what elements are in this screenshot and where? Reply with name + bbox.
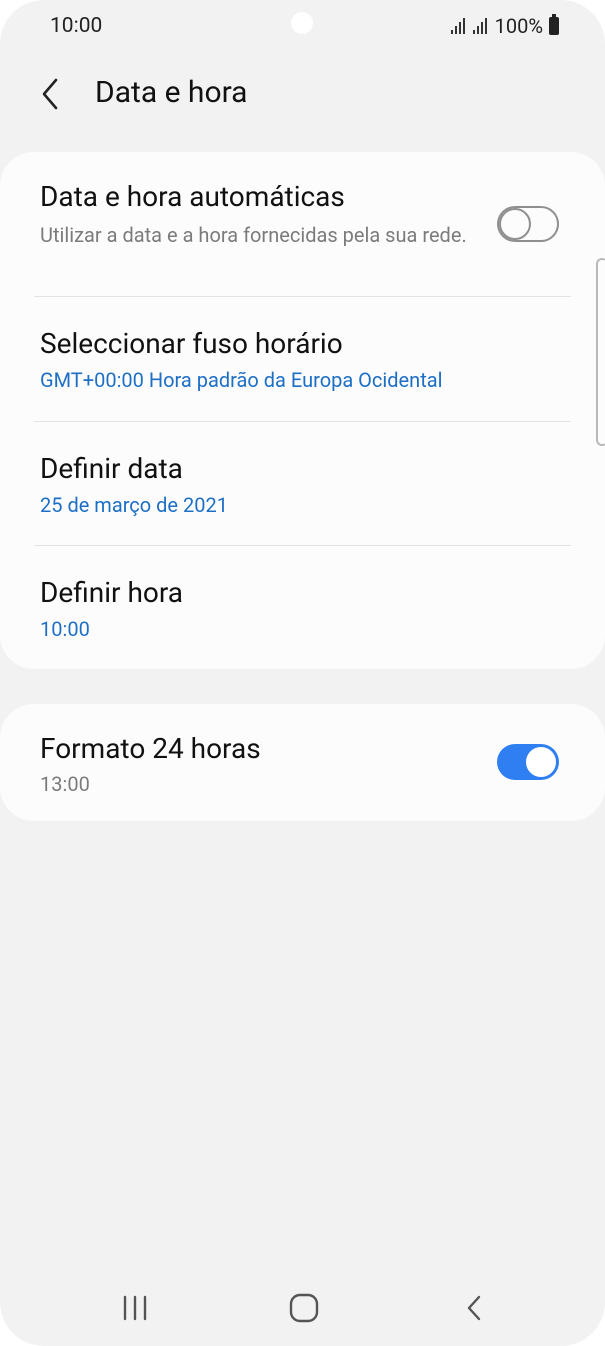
toggle-knob	[499, 208, 531, 240]
signal-icon	[450, 18, 465, 34]
auto-datetime-subtitle: Utilizar a data e a hora fornecidas pela…	[40, 223, 467, 247]
status-bar: 10:00 100%	[0, 0, 605, 58]
recents-button[interactable]	[115, 1292, 155, 1324]
auto-datetime-title: Data e hora automáticas	[40, 180, 345, 213]
home-icon	[289, 1293, 319, 1323]
format-24h-toggle[interactable]	[497, 744, 559, 780]
home-button[interactable]	[283, 1292, 323, 1324]
navigation-bar	[0, 1270, 605, 1346]
set-date-value: 25 de março de 2021	[40, 493, 228, 517]
camera-cutout	[291, 12, 313, 34]
recents-icon	[123, 1295, 147, 1321]
scroll-indicator[interactable]	[596, 258, 605, 446]
timezone-row[interactable]: Seleccionar fuso horário GMT+00:00 Hora …	[0, 297, 605, 421]
format-24h-row[interactable]: Formato 24 horas 13:00	[0, 704, 605, 821]
settings-card-datetime: Data e hora automáticas Utilizar a data …	[0, 152, 605, 669]
timezone-title: Seleccionar fuso horário	[40, 327, 343, 360]
status-icons: 100%	[450, 14, 559, 38]
format-24h-subtitle: 13:00	[40, 772, 90, 796]
settings-card-format: Formato 24 horas 13:00	[0, 704, 605, 821]
set-time-title: Definir hora	[40, 576, 184, 609]
battery-icon	[549, 14, 559, 35]
set-date-title: Definir data	[40, 452, 183, 485]
status-time: 10:00	[50, 14, 103, 38]
set-time-value: 10:00	[40, 617, 90, 641]
timezone-value: GMT+00:00 Hora padrão da Europa Ocidenta…	[40, 368, 443, 392]
set-date-row[interactable]: Definir data 25 de março de 2021	[0, 422, 605, 546]
back-icon	[467, 1295, 481, 1321]
page-title: Data e hora	[95, 75, 248, 110]
set-time-row[interactable]: Definir hora 10:00	[0, 546, 605, 669]
auto-datetime-row[interactable]: Data e hora automáticas Utilizar a data …	[0, 152, 605, 296]
signal-icon	[472, 18, 487, 34]
toggle-knob	[524, 745, 558, 779]
auto-datetime-toggle[interactable]	[497, 206, 559, 242]
back-button[interactable]	[32, 72, 76, 116]
app-header: Data e hora	[0, 60, 605, 130]
battery-percent: 100%	[494, 14, 543, 38]
chevron-left-icon	[42, 78, 58, 110]
format-24h-title: Formato 24 horas	[40, 732, 261, 765]
phone-screen: 10:00 100% Data e hora Data e hora autom…	[0, 0, 605, 1346]
nav-back-button[interactable]	[455, 1292, 495, 1324]
